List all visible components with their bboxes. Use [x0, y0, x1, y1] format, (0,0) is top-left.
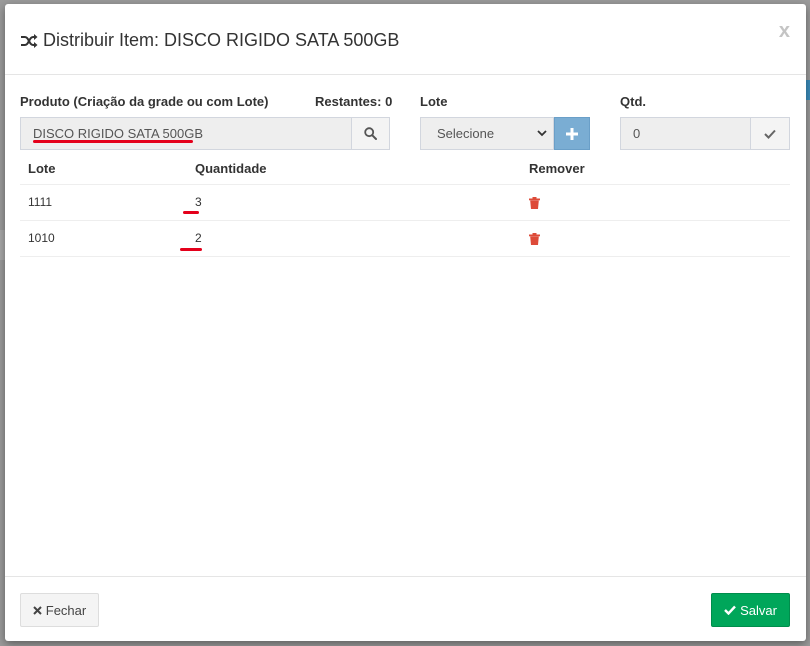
qtd-input[interactable]: 0 — [620, 117, 751, 150]
chevron-down-icon — [537, 130, 547, 137]
cell-lote: 1010 — [20, 220, 187, 257]
quantidade-value: 2 — [195, 231, 202, 245]
restantes-label: Restantes: 0 — [315, 94, 393, 109]
search-icon — [364, 127, 377, 140]
table-row: 1111 3 — [20, 184, 790, 221]
header-quantidade: Quantidade — [187, 154, 521, 185]
trash-icon[interactable] — [529, 196, 540, 209]
quantidade-value: 3 — [195, 195, 202, 209]
header-remover: Remover — [521, 154, 790, 185]
shuffle-icon — [21, 33, 38, 48]
salvar-label: Salvar — [740, 602, 777, 618]
confirm-qtd-button[interactable] — [750, 117, 790, 150]
table-row: 1010 2 — [20, 220, 790, 257]
trash-icon[interactable] — [529, 232, 540, 245]
salvar-button[interactable]: Salvar — [711, 593, 790, 627]
background-edge — [806, 80, 810, 100]
check-icon — [764, 129, 776, 139]
header-lote: Lote — [20, 154, 187, 185]
cell-quantidade: 2 — [180, 220, 521, 257]
annotation-underline — [183, 210, 199, 214]
close-modal-button[interactable]: x — [779, 20, 790, 43]
cell-remover — [521, 184, 790, 221]
lotes-table: Lote Quantidade Remover 1111 3 1010 2 — [20, 154, 790, 257]
produto-input-value: DISCO RIGIDO SATA 500GB — [33, 126, 204, 141]
modal-title: Distribuir Item: DISCO RIGIDO SATA 500GB — [20, 30, 399, 51]
search-button[interactable] — [351, 117, 390, 150]
produto-label: Produto (Criação da grade ou com Lote) — [20, 94, 269, 109]
annotation-underline — [180, 247, 202, 251]
plus-icon — [566, 127, 578, 140]
lote-select[interactable]: Selecione — [420, 117, 554, 150]
cell-lote: 1111 — [20, 184, 187, 221]
add-lote-button[interactable] — [554, 117, 590, 150]
distribuir-item-modal: Distribuir Item: DISCO RIGIDO SATA 500GB… — [5, 4, 806, 641]
close-icon — [33, 605, 42, 615]
cell-quantidade: 3 — [183, 184, 521, 221]
fechar-button[interactable]: Fechar — [20, 593, 99, 627]
modal-title-text: Distribuir Item: DISCO RIGIDO SATA 500GB — [43, 30, 400, 50]
modal-header: Distribuir Item: DISCO RIGIDO SATA 500GB… — [5, 4, 806, 75]
annotation-underline — [33, 140, 193, 143]
lote-label: Lote — [420, 94, 448, 109]
check-icon — [724, 605, 736, 615]
cell-remover — [521, 220, 790, 257]
table-header-row: Lote Quantidade Remover — [20, 154, 790, 185]
lote-select-value: Selecione — [437, 126, 495, 141]
qtd-label: Qtd. — [620, 94, 646, 109]
qtd-input-value: 0 — [633, 126, 641, 141]
modal-footer: Fechar Salvar — [5, 576, 806, 641]
fechar-label: Fechar — [45, 602, 87, 618]
produto-input[interactable]: DISCO RIGIDO SATA 500GB — [20, 117, 352, 150]
